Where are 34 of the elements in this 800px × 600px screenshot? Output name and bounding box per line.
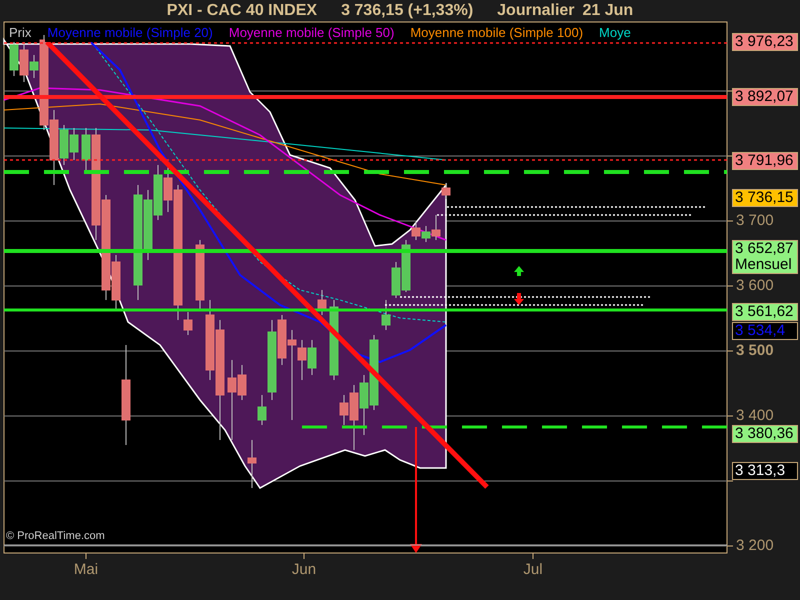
up-arrow-icon (514, 266, 524, 276)
price-value: 3 561,62 (735, 304, 794, 320)
candle (382, 300, 390, 330)
price-change: 3 736,15 (+1,33%) (341, 1, 474, 21)
candle (248, 440, 256, 488)
price-axis-label: 3 700 (736, 213, 774, 229)
price-value: 3 791,96 (735, 153, 794, 169)
time-axis-label: Mai (74, 562, 98, 578)
price-value: 3 736,15 (735, 190, 794, 206)
price-axis-label: 3 200 (736, 538, 774, 554)
candle (360, 374, 368, 436)
price-value: 3 976,23 (735, 34, 794, 50)
candle (308, 340, 316, 376)
time-axis-label: Jul (523, 562, 543, 578)
down-arrow-icon (514, 293, 524, 305)
candle (318, 290, 326, 316)
candle (154, 164, 162, 220)
price-value: 3 534,4 (735, 323, 786, 339)
candle (196, 240, 204, 310)
period-label: Journalier (497, 1, 575, 21)
candle (442, 182, 450, 200)
price-axis-label: 3 400 (736, 408, 774, 424)
price-value: 3 313,3 (735, 463, 786, 479)
price-axis-label: 3 600 (736, 278, 774, 294)
price-value: 3 652,87 (735, 241, 794, 257)
period-note: Mensuel (735, 257, 793, 273)
time-axis-label: Jun (292, 562, 316, 578)
candle (70, 128, 78, 160)
price-axis-label: 3 500 (736, 343, 774, 359)
date-label: 21 Jun (582, 1, 634, 21)
copyright-text: © ProRealTime.com (6, 530, 105, 543)
price-value: 3 892,07 (735, 89, 794, 105)
chart-title: PXI - CAC 40 INDEX (166, 1, 318, 21)
price-value: 3 380,36 (735, 426, 794, 442)
